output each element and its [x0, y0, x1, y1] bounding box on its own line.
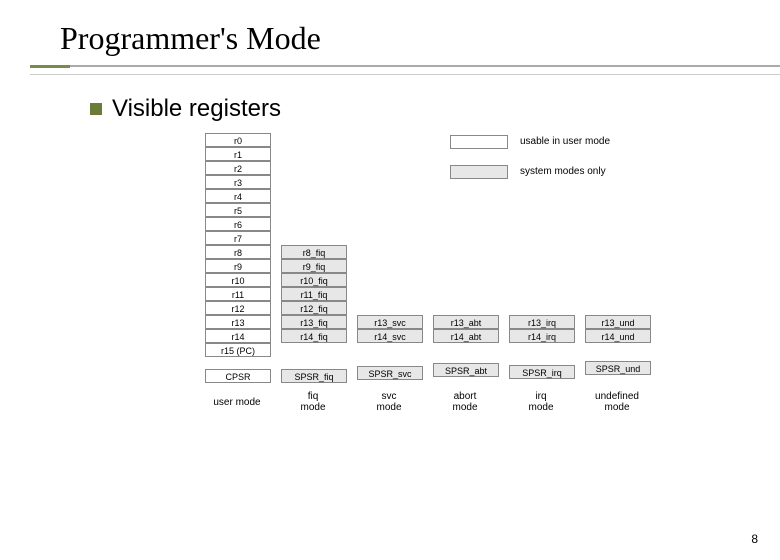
reg-und-r13: r13_und	[585, 315, 651, 329]
reg-user-r14: r14	[205, 329, 271, 343]
reg-cpsr: CPSR	[205, 369, 271, 383]
reg-user-r6: r6	[205, 217, 271, 231]
reg-user-r12: r12	[205, 301, 271, 315]
accent-row	[30, 61, 780, 70]
reg-fiq-r12: r12_fiq	[281, 301, 347, 315]
reg-fiq-r14: r14_fiq	[281, 329, 347, 343]
legend-usable-text: usable in user mode	[520, 136, 610, 147]
gray-rule	[70, 65, 780, 67]
label-svc-mode: svc mode	[354, 391, 424, 413]
reg-user-r1: r1	[205, 147, 271, 161]
legend-system-text: system modes only	[520, 166, 606, 177]
reg-user-r8: r8	[205, 245, 271, 259]
reg-abt-r13: r13_abt	[433, 315, 499, 329]
reg-spsr-und: SPSR_und	[585, 361, 651, 375]
reg-user-r9: r9	[205, 259, 271, 273]
reg-user-r10: r10	[205, 273, 271, 287]
reg-svc-r13: r13_svc	[357, 315, 423, 329]
label-user-mode: user mode	[202, 397, 272, 408]
reg-user-r0: r0	[205, 133, 271, 147]
reg-spsr-fiq: SPSR_fiq	[281, 369, 347, 383]
subtitle: Visible registers	[112, 95, 281, 123]
reg-user-r2: r2	[205, 161, 271, 175]
label-abort-mode: abort mode	[430, 391, 500, 413]
reg-user-r11: r11	[205, 287, 271, 301]
reg-abt-r14: r14_abt	[433, 329, 499, 343]
reg-user-r5: r5	[205, 203, 271, 217]
slide-title: Programmer's Mode	[60, 20, 780, 57]
reg-svc-r14: r14_svc	[357, 329, 423, 343]
reg-irq-r14: r14_irq	[509, 329, 575, 343]
reg-fiq-r8: r8_fiq	[281, 245, 347, 259]
reg-und-r14: r14_und	[585, 329, 651, 343]
label-fiq-mode: fiq mode	[278, 391, 348, 413]
page-number: 8	[751, 532, 758, 546]
legend-usable-box	[450, 135, 508, 149]
title-rule-wrap	[30, 61, 780, 75]
reg-fiq-r11: r11_fiq	[281, 287, 347, 301]
reg-user-r4: r4	[205, 189, 271, 203]
reg-fiq-r13: r13_fiq	[281, 315, 347, 329]
reg-fiq-r10: r10_fiq	[281, 273, 347, 287]
label-irq-mode: irq mode	[506, 391, 576, 413]
reg-fiq-r9: r9_fiq	[281, 259, 347, 273]
bullet-row: Visible registers	[90, 95, 780, 123]
reg-spsr-svc: SPSR_svc	[357, 366, 423, 380]
reg-user-r13: r13	[205, 315, 271, 329]
reg-irq-r13: r13_irq	[509, 315, 575, 329]
label-und-mode: undefined mode	[582, 391, 652, 413]
legend-system-box	[450, 165, 508, 179]
square-bullet-icon	[90, 103, 102, 115]
reg-spsr-irq: SPSR_irq	[509, 365, 575, 379]
accent-rule	[30, 65, 70, 68]
reg-spsr-abt: SPSR_abt	[433, 363, 499, 377]
register-diagram: r0 r1 r2 r3 r4 r5 r6 r7 r8 r9 r10 r11 r1…	[150, 133, 780, 433]
thin-rule	[30, 74, 780, 75]
reg-user-r3: r3	[205, 175, 271, 189]
reg-user-r15: r15 (PC)	[205, 343, 271, 357]
reg-user-r7: r7	[205, 231, 271, 245]
